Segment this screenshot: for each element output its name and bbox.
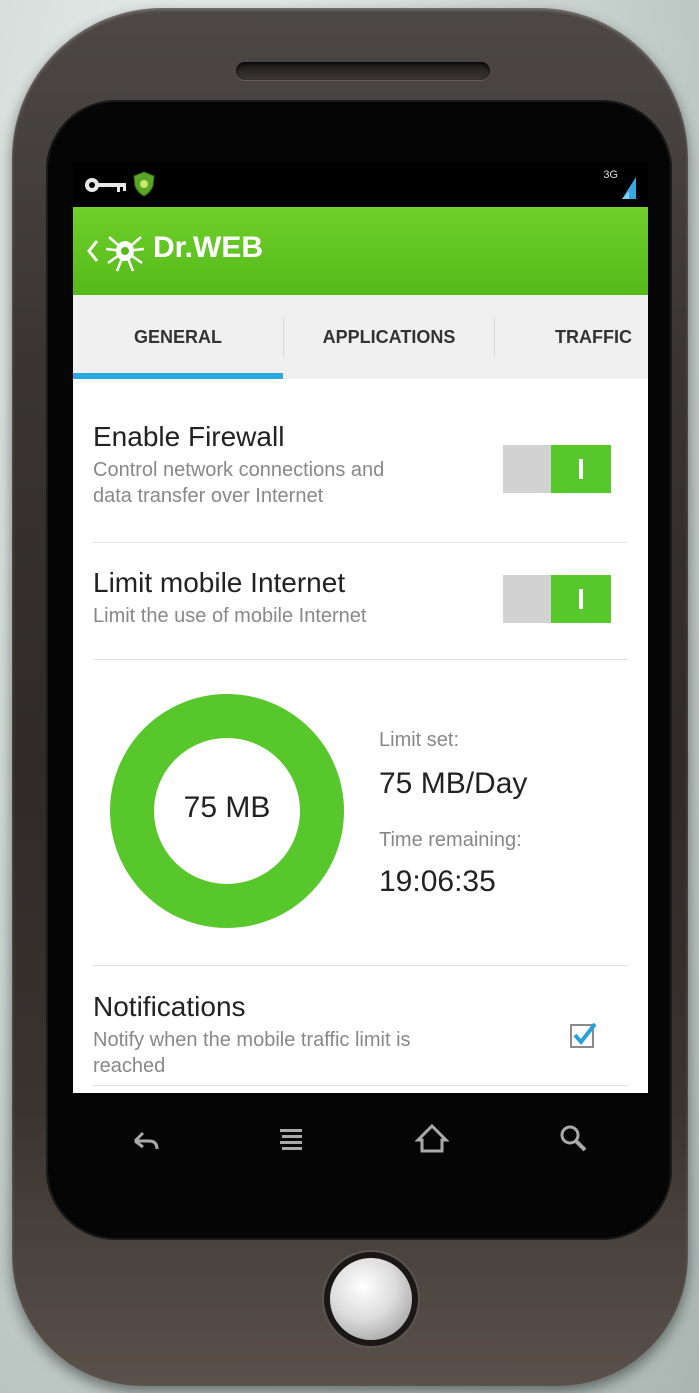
screen: 3G Dr.WEB GENERAL APPLICATIONS TRAFFIC E… [73,163,648,1093]
divider [93,965,628,966]
phone-speaker [236,62,490,80]
shield-icon [133,171,155,197]
signal-icon [622,177,636,199]
app-title: Dr.WEB [153,231,264,264]
toggle-on-area [551,575,611,623]
notifications-subtitle-line2: reached [93,1055,166,1077]
notifications-subtitle-line1: Notify when the mobile traffic limit is [93,1029,411,1051]
home-icon[interactable] [415,1123,449,1153]
toggle-off-area [503,445,551,493]
divider [93,542,628,543]
search-icon[interactable] [557,1123,591,1153]
divider [93,1085,628,1086]
notifications-setting[interactable]: Notifications Notify when the mobile tra… [93,991,628,1079]
tab-bar: GENERAL APPLICATIONS TRAFFIC [73,295,648,379]
tab-traffic[interactable]: TRAFFIC [495,295,648,379]
spider-logo-icon [105,236,145,272]
settings-content: Enable Firewall Control network connecti… [73,379,648,1093]
divider [93,659,628,660]
firewall-toggle[interactable] [503,445,611,493]
toggle-on-area [551,445,611,493]
app-bar: Dr.WEB [73,207,648,295]
network-type: 3G [603,169,618,181]
limit-set-label: Limit set: [379,729,460,751]
notifications-title: Notifications [93,991,246,1022]
toggle-off-area [503,575,551,623]
menu-icon[interactable] [275,1123,309,1153]
notifications-checkbox[interactable] [569,1021,597,1049]
back-icon[interactable] [129,1123,163,1153]
time-remaining-label: Time remaining: [379,829,522,851]
time-remaining-value: 19:06:35 [379,865,496,898]
limit-set-value: 75 MB/Day [379,767,528,800]
key-icon [85,178,126,192]
back-chevron-icon[interactable] [85,237,101,265]
traffic-usage-label: 75 MB [183,791,271,824]
limit-internet-toggle[interactable] [503,575,611,623]
tab-applications[interactable]: APPLICATIONS [284,295,494,379]
status-bar: 3G [73,163,648,207]
phone-home-button[interactable] [330,1258,412,1340]
navigation-bar [73,1093,648,1183]
tab-general[interactable]: GENERAL [73,295,283,379]
